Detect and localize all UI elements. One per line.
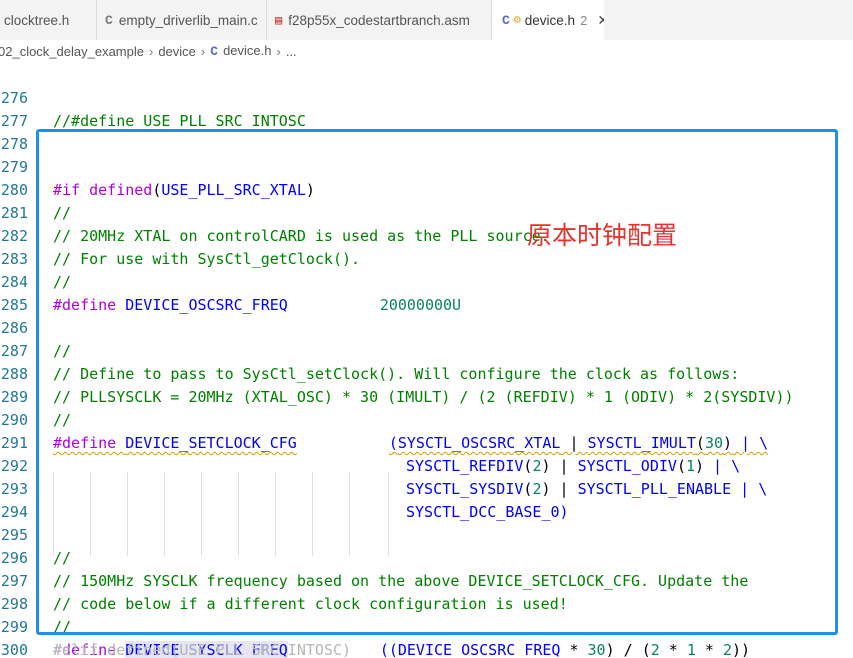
tab-empty-driverlib-main-c[interactable]: C empty_driverlib_main.c: [97, 0, 267, 40]
tab-label: device.h: [524, 12, 576, 28]
tab-label: clocktree.h: [4, 12, 70, 28]
chevron-right-icon: ›: [276, 43, 281, 59]
chevron-right-icon: ›: [148, 43, 154, 59]
gear-icon: ⚙: [512, 14, 522, 26]
number-literal: 30: [587, 641, 606, 658]
breadcrumb-item-folder[interactable]: device: [158, 44, 196, 59]
breadcrumb-item-file[interactable]: Cdevice.h: [210, 43, 271, 59]
problem-count-badge: 2: [580, 12, 588, 28]
tab-device-h[interactable]: C ⚙ device.h 2 ✕: [492, 0, 604, 40]
c-header-icon: C: [210, 44, 219, 59]
code-line[interactable]: 276 //#define USE_PLL_SRC_INTOSC: [0, 64, 853, 130]
line-number: 300: [0, 641, 28, 658]
tab-codestartbranch-asm[interactable]: ▤ f28p55x_codestartbranch.asm: [267, 0, 492, 40]
c-file-icon: C: [105, 12, 113, 28]
number-literal: 1: [686, 641, 696, 658]
tab-label: empty_driverlib_main.c: [118, 12, 258, 28]
highlight-box: [36, 129, 838, 635]
number-literal: 2: [650, 641, 660, 658]
punct: ) / (: [605, 641, 651, 658]
annotation-label: 原本时钟配置: [527, 221, 678, 250]
close-icon[interactable]: ✕: [597, 12, 604, 29]
editor-tab-bar: clocktree.h C empty_driverlib_main.c ▤ f…: [0, 0, 853, 40]
macro-name: DEVICE_OSCSRC_FREQ: [397, 641, 561, 658]
asm-file-icon: ▤: [275, 13, 283, 28]
breadcrumb: 02_clock_delay_example › device › Cdevic…: [0, 40, 853, 62]
punct: ((: [379, 641, 398, 658]
punct: )): [732, 641, 751, 658]
operator: *: [659, 641, 687, 658]
code-line[interactable]: 277: [0, 87, 853, 130]
chevron-right-icon: ›: [200, 43, 206, 59]
operator: *: [560, 641, 588, 658]
breadcrumb-item-symbol[interactable]: ...: [286, 44, 297, 59]
operator: *: [695, 641, 723, 658]
tab-label: f28p55x_codestartbranch.asm: [288, 12, 470, 28]
tab-clocktree-h[interactable]: clocktree.h: [0, 0, 97, 40]
breadcrumb-item-project[interactable]: 02_clock_delay_example: [0, 44, 144, 59]
number-literal: 2: [723, 641, 733, 658]
cutoff-code-line: #elif defined(USE_PLL_SRC_INTOSC): [53, 641, 352, 658]
c-header-icon: C: [502, 12, 510, 28]
